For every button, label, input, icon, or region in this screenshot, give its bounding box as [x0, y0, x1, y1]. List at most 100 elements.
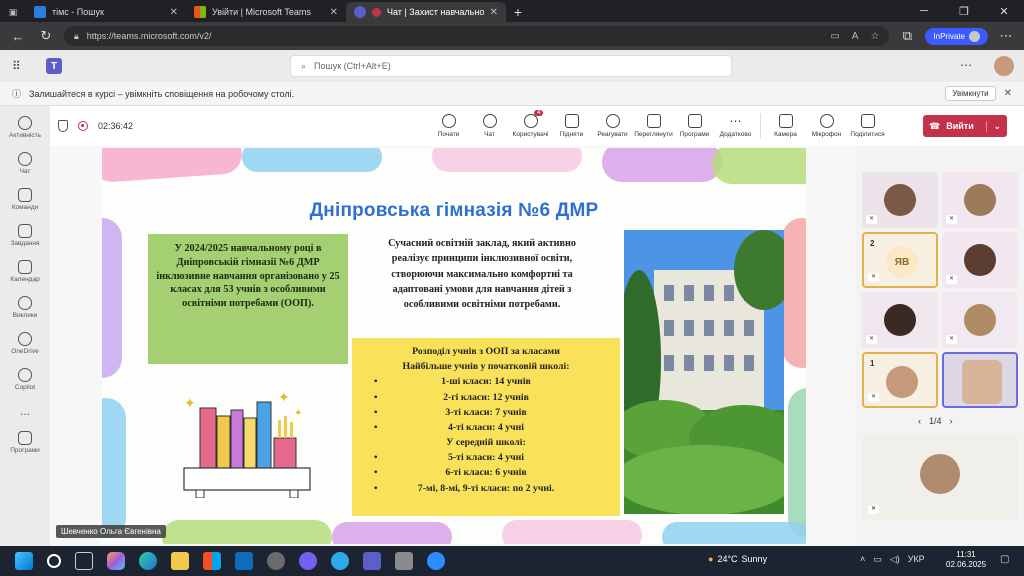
chevron-down-icon[interactable]: ⌄ — [986, 120, 1007, 132]
decorative-splash — [712, 148, 806, 184]
apps-button[interactable]: Програми — [674, 114, 715, 138]
share-button[interactable]: Поділитися — [847, 114, 888, 138]
rail-item-onedrive[interactable]: OneDrive — [11, 332, 39, 355]
decorative-splash — [242, 148, 382, 172]
copilot-icon[interactable] — [107, 552, 125, 570]
participant-tile[interactable] — [942, 352, 1018, 408]
rail-item-teams[interactable]: Команди — [12, 188, 38, 211]
avatar — [964, 184, 996, 216]
new-tab-button[interactable]: + — [506, 2, 530, 22]
notifications-icon[interactable]: ▢ — [1000, 554, 1009, 565]
read-aloud-icon[interactable]: A — [852, 31, 859, 42]
raised-hand-order: 2 — [870, 239, 875, 248]
maximize-icon[interactable]: ❐ — [944, 0, 984, 22]
settings-icon[interactable] — [267, 552, 285, 570]
phone-hangup-icon: ☎ — [929, 120, 941, 131]
notification-text: Залишайтеся в курсі – увімкніть сповіщен… — [29, 88, 295, 99]
search-icon[interactable] — [47, 554, 61, 568]
leave-button[interactable]: ☎ Вийти ⌄ — [923, 115, 1007, 137]
chevron-right-icon[interactable]: › — [950, 416, 953, 426]
rail-item-calls[interactable]: Виклики — [13, 296, 37, 319]
start-button[interactable]: Почати — [428, 114, 469, 138]
close-icon[interactable]: ✕ — [170, 7, 178, 18]
browser-tab-search[interactable]: тімс - Пошук ✕ — [26, 2, 186, 22]
collections-icon[interactable]: ⧉ — [897, 28, 917, 44]
participant-tile[interactable]: ✕ — [942, 172, 1018, 228]
view-button[interactable]: Переглянути — [633, 114, 674, 138]
weather-widget[interactable]: ● 24°C Sunny — [708, 554, 767, 564]
clock[interactable]: 11:31 02.06.2025 — [946, 550, 986, 571]
browser-menu-icon[interactable]: ⋯ — [996, 28, 1016, 44]
rail-item-chat[interactable]: Чат — [18, 152, 32, 175]
browser-tab-login[interactable]: Увійти | Microsoft Teams ✕ — [186, 2, 346, 22]
participant-tile[interactable]: ✕ — [942, 292, 1018, 348]
participant-tile[interactable]: ✕ — [862, 172, 938, 228]
store-icon[interactable] — [203, 552, 221, 570]
camera-button[interactable]: Камера — [765, 114, 806, 138]
rail-label: Copilot — [14, 384, 36, 391]
app-launcher-icon[interactable]: ⠿ — [12, 59, 26, 73]
refresh-icon[interactable]: ↻ — [36, 28, 56, 44]
recording-icon — [78, 121, 88, 131]
participant-tile[interactable]: ✕ — [862, 292, 938, 348]
more-icon: ⋯ — [729, 114, 742, 128]
microphone-button[interactable]: Мікрофон — [806, 114, 847, 138]
rail-item-copilot[interactable]: Copilot — [15, 368, 35, 391]
self-view-tile[interactable]: ✕ — [862, 434, 1018, 520]
close-icon[interactable]: ✕ — [490, 7, 498, 18]
participant-tile[interactable]: ✕ — [942, 232, 1018, 288]
inprivate-badge[interactable]: InPrivate — [925, 27, 988, 45]
rail-item-assignments[interactable]: Завдання — [10, 224, 40, 247]
back-icon[interactable]: ← — [8, 29, 28, 44]
avatar[interactable] — [994, 56, 1014, 76]
teams-icon[interactable] — [363, 552, 381, 570]
participant-tile[interactable]: 2 ЯВ ✕ — [862, 232, 938, 288]
rail-label: OneDrive — [11, 348, 39, 355]
rail-item-more[interactable]: ... — [20, 404, 30, 418]
more-options-icon[interactable]: ⋯ — [960, 58, 972, 72]
react-button[interactable]: Реагувати — [592, 114, 633, 138]
rail-label: Календар — [10, 276, 40, 283]
window-close-icon[interactable]: ✕ — [984, 0, 1024, 22]
url-field[interactable]: 🔒︎ https://teams.microsoft.com/v2/ ▭ A ☆ — [64, 26, 890, 46]
telegram-icon[interactable] — [331, 552, 349, 570]
windows-start-icon[interactable] — [15, 552, 33, 570]
close-icon[interactable]: ✕ — [1004, 88, 1012, 99]
raise-hand-button[interactable]: Підняти — [551, 114, 592, 138]
tab-actions-icon[interactable]: ▣ — [0, 2, 26, 22]
participant-tile[interactable]: 1 ✕ — [862, 352, 938, 408]
viber-icon[interactable] — [299, 552, 317, 570]
zoom-icon[interactable] — [427, 552, 445, 570]
search-input[interactable]: ⌕ Пошук (Ctrl+Alt+E) — [290, 55, 732, 77]
more-button[interactable]: ⋯ Додатково — [715, 114, 756, 138]
people-button[interactable]: 4 Користувачі — [510, 110, 551, 138]
language-indicator[interactable]: УКР — [908, 554, 925, 565]
rail-item-activity[interactable]: Активність — [9, 116, 41, 139]
app-icon[interactable]: ▭ — [830, 31, 839, 42]
enable-notifications-button[interactable]: Увімкнути — [945, 86, 996, 101]
task-view-icon[interactable] — [75, 552, 93, 570]
volume-icon[interactable]: ◁) — [890, 554, 900, 565]
rail-item-calendar[interactable]: Календар — [10, 260, 40, 283]
minimize-icon[interactable]: ─ — [904, 0, 944, 22]
system-tray: ˄ ▭ ◁) УКР — [860, 554, 925, 565]
chevron-up-icon[interactable]: ˄ — [860, 554, 865, 565]
close-icon[interactable]: ✕ — [330, 7, 338, 18]
chevron-left-icon[interactable]: ‹ — [918, 416, 921, 426]
date: 02.06.2025 — [946, 560, 987, 570]
chat-button[interactable]: Чат — [469, 114, 510, 138]
mic-off-icon: ✕ — [868, 505, 879, 514]
shield-icon[interactable] — [58, 120, 68, 132]
outlook-icon[interactable] — [235, 552, 253, 570]
add-apps-icon — [687, 114, 702, 128]
browser-tab-chat[interactable]: Чат | Захист навчальної пра... ✕ — [346, 2, 506, 22]
network-icon[interactable]: ▭ — [873, 554, 882, 565]
rail-item-apps[interactable]: Програми — [10, 431, 40, 454]
edge-icon[interactable] — [139, 552, 157, 570]
list-item: 1-ші класи: 14 учнів — [360, 374, 612, 389]
search-placeholder: Пошук (Ctrl+Alt+E) — [314, 61, 391, 71]
file-explorer-icon[interactable] — [171, 552, 189, 570]
app-icon[interactable] — [395, 552, 413, 570]
svg-text:✦: ✦ — [294, 408, 302, 419]
favorite-star-icon[interactable]: ☆ — [870, 31, 879, 42]
